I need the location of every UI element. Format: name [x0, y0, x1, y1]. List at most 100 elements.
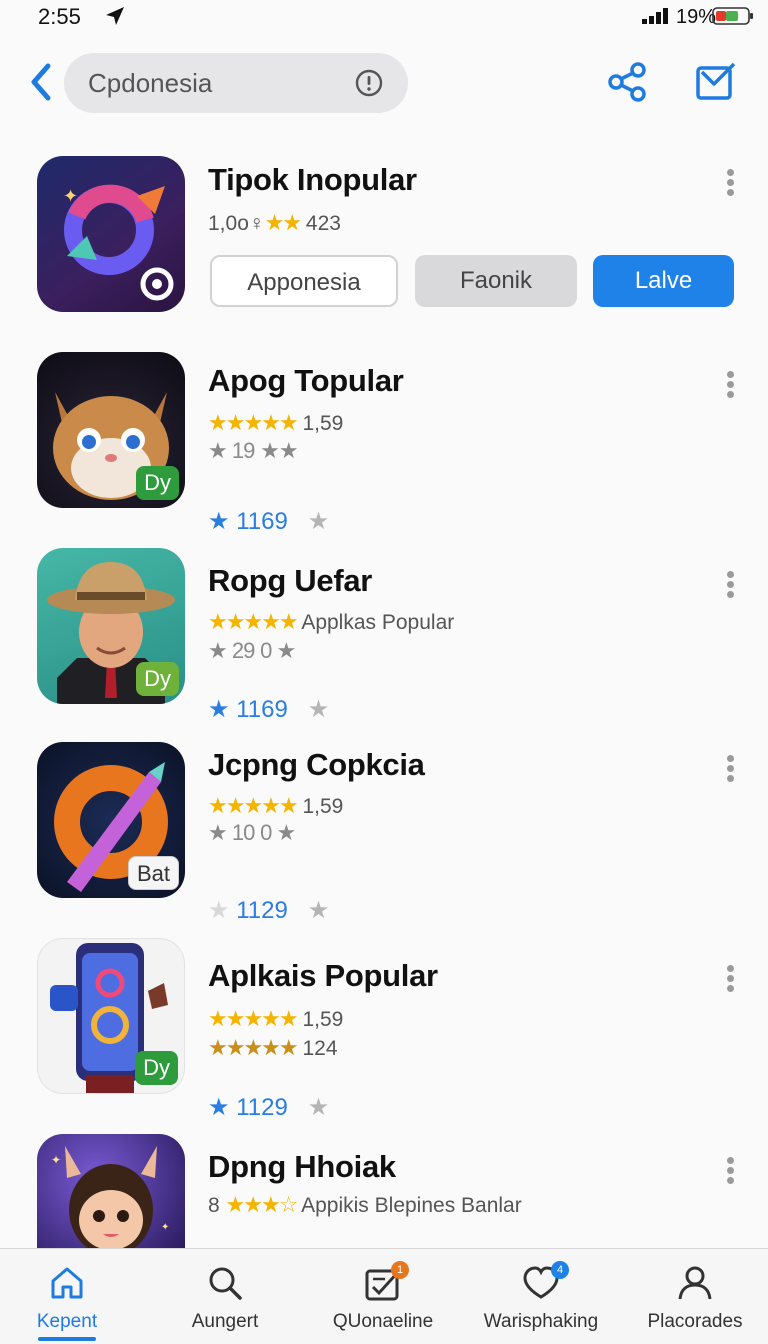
tab-label: Kepent: [36, 1311, 98, 1332]
gray-star-icon: ★: [307, 696, 330, 723]
stats-left: ★ 10: [208, 820, 255, 845]
girl-mascot-icon: ✦ ✦: [51, 1146, 169, 1248]
signal-icon: [642, 8, 668, 24]
back-chevron-icon[interactable]: [26, 60, 54, 104]
tab-label: QUonaeline: [332, 1311, 434, 1332]
rating-stars: ★★★★★: [208, 609, 299, 634]
battery-icon: [712, 7, 753, 25]
rating-stars-secondary: ★★★★★: [208, 1035, 299, 1060]
person-icon: ♀: [248, 212, 265, 235]
gray-star-icon: ★: [307, 508, 330, 535]
faonik-button[interactable]: Faonik: [415, 255, 577, 307]
gray-star-icon: ★: [307, 897, 330, 924]
tab-quonaeline[interactable]: 1 QUonaeline: [308, 1249, 458, 1344]
bottom-tab-bar: Kepent Aungert 1 QUonaeline 4 Warisphaki…: [0, 1248, 768, 1344]
stats-left: ★ 19: [208, 438, 255, 463]
rating-text: Applkas Popular: [301, 611, 455, 634]
info-icon[interactable]: [354, 68, 384, 98]
apponesia-button[interactable]: Apponesia: [210, 255, 398, 307]
rating-value: 1,59: [302, 1008, 344, 1031]
app-icon-dpng[interactable]: ✦ ✦: [37, 1134, 185, 1248]
swirl-logo-icon: ✦: [63, 184, 174, 301]
more-options-icon[interactable]: [722, 752, 738, 784]
app-badge: Dy: [135, 1051, 178, 1085]
more-options-icon[interactable]: [722, 166, 738, 198]
blue-star-icon: ★: [208, 696, 230, 723]
compose-icon[interactable]: [694, 60, 738, 104]
tab-kepent[interactable]: Kepent: [0, 1249, 142, 1344]
app-icon-tipok[interactable]: ✦: [37, 156, 185, 312]
review-count: ★ 1169 ★: [208, 695, 329, 724]
gray-star-icon: ★: [307, 1094, 330, 1121]
search-input[interactable]: Cpdonesia: [64, 53, 408, 113]
app-badge: Dy: [136, 466, 179, 500]
search-query: Cpdonesia: [88, 68, 213, 98]
share-icon[interactable]: [606, 60, 650, 104]
rating-line: ★★★★★ 1,59: [208, 1006, 343, 1032]
app-title[interactable]: Tipok Inopular: [208, 162, 417, 198]
stats-right: 0 ★: [260, 820, 296, 845]
count-value: 1169: [236, 696, 288, 723]
stats-right: 0 ★: [260, 638, 296, 663]
rating-line: 8 ★★★☆ Appikis Blepines Banlar: [208, 1192, 522, 1218]
rating-stars: ★★★★★: [208, 1006, 299, 1031]
tab-warisphaking[interactable]: 4 Warisphaking: [466, 1249, 616, 1344]
rating-stars: ★★★☆: [225, 1192, 299, 1217]
app-icon-ropg[interactable]: Dy: [37, 548, 185, 704]
svg-text:✦: ✦: [63, 186, 78, 206]
rating-stars: ★★★★★: [208, 793, 299, 818]
more-options-icon[interactable]: [722, 1154, 738, 1186]
rating-line: ★★★★★ Applkas Popular: [208, 609, 454, 635]
secondary-value: 124: [302, 1037, 338, 1060]
profile-icon: [678, 1266, 712, 1300]
search-icon: [209, 1267, 242, 1300]
secondary-stats: ★ 29 0 ★: [208, 638, 296, 664]
app-badge: Bat: [127, 856, 179, 890]
tab-label: Warisphaking: [483, 1311, 599, 1332]
chat-badge: 4: [551, 1261, 569, 1279]
updates-badge: 1: [391, 1261, 409, 1279]
more-options-icon[interactable]: [722, 368, 738, 400]
lalve-button[interactable]: Lalve: [593, 255, 734, 307]
rating-stars: ★★★★★: [208, 410, 299, 435]
blue-star-icon: ★: [208, 508, 230, 535]
app-title[interactable]: Aplkais Popular: [208, 958, 438, 994]
tab-label: Aungert: [191, 1311, 259, 1332]
status-time: 2:55: [38, 4, 81, 29]
tab-aungert[interactable]: Aungert: [150, 1249, 300, 1344]
secondary-stats: ★ 10 0 ★: [208, 820, 296, 846]
svg-text:✦: ✦: [51, 1153, 61, 1167]
app-title[interactable]: Apog Topular: [208, 363, 404, 399]
more-options-icon[interactable]: [722, 962, 738, 994]
review-count: ★ 1169 ★: [208, 507, 329, 536]
stats-prefix: 1,0o: [208, 212, 249, 235]
faint-star-icon: ★: [208, 897, 230, 924]
active-tab-indicator: [38, 1337, 96, 1341]
app-badge: Dy: [136, 662, 179, 696]
rating-text: Appikis Blepines Banlar: [301, 1194, 522, 1217]
count-value: 1129: [236, 897, 288, 924]
home-icon: [51, 1267, 83, 1299]
app-stats: 1,0o♀★★ 423: [208, 210, 341, 236]
status-bar: 2:55 19%: [0, 0, 768, 36]
app-icon-aplkais[interactable]: Dy: [37, 938, 185, 1094]
review-count: ★ 1129 ★: [208, 896, 329, 925]
stats-left: ★ 29: [208, 638, 255, 663]
app-title[interactable]: Jcpng Copkcia: [208, 747, 425, 783]
blue-star-icon: ★: [208, 1094, 230, 1121]
app-title[interactable]: Dpng Hhoiak: [208, 1149, 396, 1185]
rating-line: ★★★★★ 1,59: [208, 410, 343, 436]
review-count: ★ 1129 ★: [208, 1093, 329, 1122]
stats-suffix: 423: [305, 212, 341, 235]
app-icon-apog[interactable]: Dy: [37, 352, 185, 508]
app-icon-jcpng[interactable]: Bat: [37, 742, 185, 898]
app-title[interactable]: Ropg Uefar: [208, 563, 372, 599]
count-value: 1129: [236, 1094, 288, 1121]
secondary-stats: ★ 19 ★★: [208, 438, 299, 464]
more-options-icon[interactable]: [722, 568, 738, 600]
rating-line: ★★★★★ 1,59: [208, 793, 343, 819]
tab-label: Placorades: [647, 1311, 743, 1332]
location-arrow-icon: [106, 7, 124, 25]
tab-placorades[interactable]: Placorades: [620, 1249, 768, 1344]
secondary-stats: ★★★★★ 124: [208, 1035, 338, 1061]
